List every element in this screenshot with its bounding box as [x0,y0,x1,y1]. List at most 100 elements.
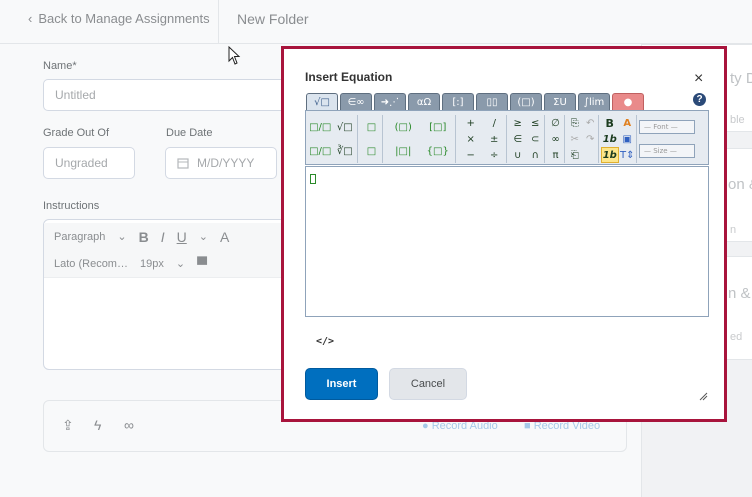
tab-greek[interactable]: αΩ [408,93,440,110]
undo-icon[interactable]: ↶ [583,115,599,131]
grade-placeholder: Ungraded [55,156,108,170]
dialog-title: Insert Equation [305,70,393,84]
folder-name: New Folder [237,11,309,27]
subscript-button[interactable]: □ [361,139,382,163]
resize-handle-icon[interactable] [698,391,708,401]
chevron-down-icon: ⌄ [175,258,186,270]
palette-templates: □/□ √□ □/□ ∛□ [308,115,358,163]
leq-button[interactable]: ≤ [527,115,545,131]
color-button[interactable]: A [619,115,637,131]
due-date-label: Due Date [166,127,213,139]
size-select[interactable]: 19px [140,258,164,270]
header-divider [218,0,219,44]
instructions-label: Instructions [43,200,100,212]
tab-calculus[interactable]: ∫lim [578,93,610,110]
pi-button[interactable]: π [547,147,564,163]
paste-icon[interactable]: ⎗ [567,147,583,163]
union-button[interactable]: ∪ [509,147,527,163]
infinity-button[interactable]: ∞ [547,131,564,147]
equation-palette: □/□ √□ □/□ ∛□ □ □ (□) [□] |□| {□} + / × … [305,110,709,165]
redo-icon[interactable]: ↷ [583,131,599,147]
copy-icon[interactable]: ⎘ [567,115,583,131]
panel-heading-3: n & [728,285,751,302]
element-of-button[interactable]: ∈ [509,131,527,147]
fraction-button[interactable]: □/□ [308,115,333,139]
divide-slash-button[interactable]: / [483,115,507,131]
tab-arrows[interactable]: ➜⋰ [374,93,406,110]
divide-button[interactable]: ÷ [483,147,507,163]
minus-button[interactable]: − [459,147,483,163]
superscript-button[interactable]: □ [361,115,382,139]
palette-font: — Font — — Size — [639,115,707,163]
panel-sub-3: ed [730,331,743,343]
name-label: Name* [43,60,77,72]
code-view-toggle[interactable]: </> [316,336,334,347]
tab-matrices[interactable]: [:] [442,93,474,110]
root-button[interactable]: ∛□ [333,139,358,163]
bold-math-button[interactable]: B [601,115,619,131]
tab-symbols[interactable]: ∈∞ [340,93,372,110]
bracket-button[interactable]: [□] [421,115,456,139]
tab-scripts[interactable]: ▯▯ [476,93,508,110]
italic-icon[interactable]: I [161,229,165,245]
intersection-button[interactable]: ∩ [527,147,545,163]
brace-button[interactable]: {□} [421,139,456,163]
panel-heading-2: on & [728,176,752,193]
name-input[interactable]: Untitled [43,79,293,111]
equation-input-area[interactable] [305,166,709,317]
palette-operators-2: ≥ ≤ ∈ ⊂ ∪ ∩ [509,115,545,163]
panel-sub-2: n [730,224,737,236]
palette-clipboard: ⎘ ↶ ✂ ↷ ⎗ [567,115,599,163]
link-icon[interactable]: ∞ [124,417,134,433]
paint-format-icon[interactable]: ▀ [197,256,207,272]
calendar-icon [177,158,189,169]
due-date-placeholder: M/D/YYYY [197,156,255,170]
palette-fences: (□) [□] |□| {□} [386,115,456,163]
upload-icon[interactable]: ⇪ [62,417,74,434]
abs-button[interactable]: |□| [386,139,421,163]
panel-sub-1: ble [730,114,745,126]
italic-math-button[interactable]: 1b [601,131,619,147]
cut-icon[interactable]: ✂ [567,131,583,147]
tab-chemistry[interactable]: ● [612,93,644,110]
bold-icon[interactable]: B [139,229,149,245]
cancel-button[interactable]: Cancel [389,368,467,400]
font-select[interactable]: Lato (Recom… [54,258,128,270]
empty-set-button[interactable]: ∅ [547,115,564,131]
text-mode-icon[interactable]: T⇕ [619,147,637,163]
quicklink-icon[interactable]: ϟ [94,417,101,433]
style-icon[interactable]: ▣ [619,131,637,147]
subset-button[interactable]: ⊂ [527,131,545,147]
size-select[interactable]: — Size — [639,144,695,158]
name-placeholder: Untitled [55,88,96,102]
geq-button[interactable]: ≥ [509,115,527,131]
grade-input[interactable]: Ungraded [43,147,135,179]
chevron-down-icon: ⌄ [117,231,127,243]
help-icon[interactable]: ? [693,93,706,106]
insert-button[interactable]: Insert [305,368,378,400]
times-button[interactable]: × [459,131,483,147]
bevelled-fraction-button[interactable]: □/□ [308,139,333,163]
tab-roots[interactable]: √□ [306,93,338,110]
close-icon[interactable]: × [694,70,703,88]
palette-scripts: □ □ [361,115,383,163]
text-color-icon[interactable]: A [220,229,229,245]
back-link[interactable]: ‹ Back to Manage Assignments [28,11,210,26]
tab-brackets[interactable]: (□) [510,93,542,110]
paren-button[interactable]: (□) [386,115,421,139]
sqrt-button[interactable]: √□ [333,115,358,139]
tab-sums[interactable]: ΣU [544,93,576,110]
auto-italic-button[interactable]: 1b [601,147,619,163]
grade-label: Grade Out Of [43,127,110,139]
editor-toolbar-row1: Paragraph ⌄ B I U ⌄ A [44,223,292,251]
instructions-editor[interactable]: Paragraph ⌄ B I U ⌄ A Lato (Recom… 19px … [43,219,293,370]
equation-tabs: √□ ∈∞ ➜⋰ αΩ [:] ▯▯ (□) ΣU ∫lim ● [306,93,644,110]
font-select[interactable]: — Font — [639,120,695,134]
underline-icon[interactable]: U [177,229,187,245]
mouse-cursor-icon [228,46,241,65]
plus-button[interactable]: + [459,115,483,131]
due-date-input[interactable]: M/D/YYYY [165,147,277,179]
format-select[interactable]: Paragraph [54,231,105,243]
cursor-placeholder-box [310,174,316,184]
plusminus-button[interactable]: ± [483,131,507,147]
